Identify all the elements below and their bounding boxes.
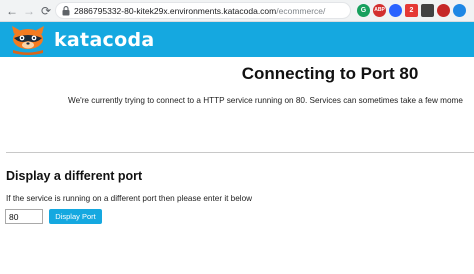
grammarly-extension-icon[interactable]: G: [357, 4, 370, 17]
connection-message: We're currently trying to connect to a H…: [68, 96, 463, 105]
katacoda-raccoon-logo-icon[interactable]: [8, 24, 48, 55]
url-path: /ecommerce/: [276, 6, 326, 16]
adblock-extension-icon[interactable]: ABP: [373, 4, 386, 17]
instructions-text: If the service is running on a different…: [6, 194, 253, 203]
page-title: Connecting to Port 80: [241, 64, 419, 83]
url-host: 2886795332-80-kitek29x.environments.kata…: [74, 6, 277, 16]
site-header: katacoda: [0, 22, 474, 57]
port-input[interactable]: [5, 209, 43, 224]
browser-toolbar: ← → ⟳ 2886795332-80-kitek29x.environment…: [0, 0, 474, 22]
address-bar[interactable]: 2886795332-80-kitek29x.environments.kata…: [55, 2, 400, 19]
badge-extension-icon[interactable]: 2: [405, 4, 418, 17]
back-arrow-icon[interactable]: ←: [4, 3, 20, 19]
dark-extension-icon[interactable]: [421, 4, 434, 17]
url-text: 2886795332-80-kitek29x.environments.kata…: [74, 5, 325, 17]
section-heading: Display a different port: [6, 169, 143, 183]
extension-icon[interactable]: [389, 4, 402, 17]
forward-arrow-icon[interactable]: →: [21, 3, 37, 19]
display-port-button[interactable]: Display Port: [49, 209, 102, 224]
divider: [6, 152, 474, 153]
reload-icon[interactable]: ⟳: [38, 3, 54, 19]
brand-name[interactable]: katacoda: [54, 29, 155, 51]
blue-extension-icon[interactable]: [453, 4, 466, 17]
lock-icon: [62, 6, 70, 16]
shield-extension-icon[interactable]: [437, 4, 450, 17]
